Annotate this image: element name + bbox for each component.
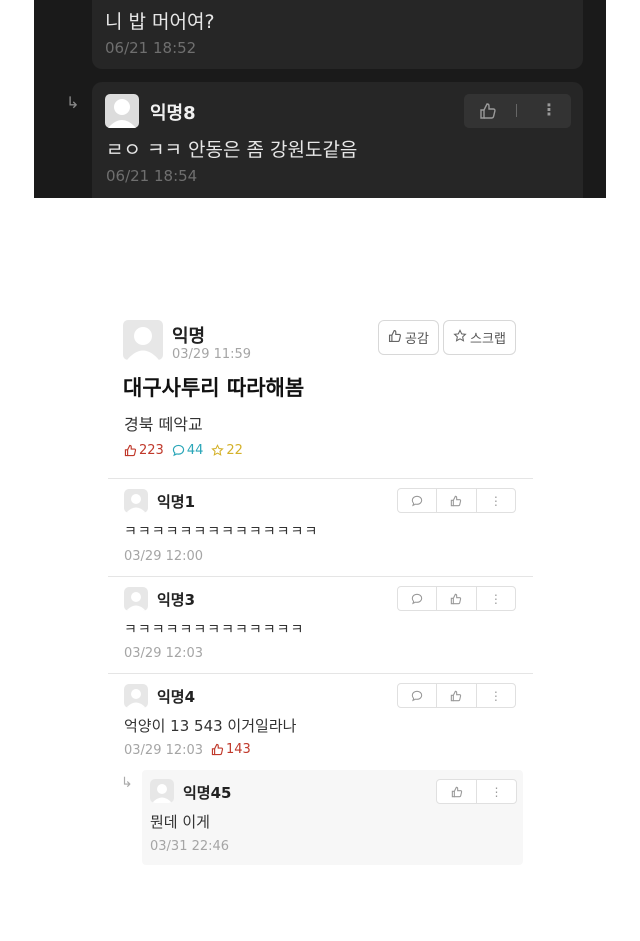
avatar: [105, 94, 139, 128]
reply-arrow-icon: ↳: [121, 775, 133, 791]
comment-time: 03/29 12:03: [124, 743, 204, 758]
divider: [108, 478, 533, 479]
reply-author: 익명8: [150, 103, 196, 124]
like-button[interactable]: [437, 780, 477, 803]
avatar: [124, 684, 148, 708]
thumbs-up-icon: [451, 690, 462, 701]
comment-count-value: 44: [186, 443, 204, 458]
post-title: 대구사투리 따라해봄: [123, 376, 305, 400]
like-count: 223: [124, 443, 164, 458]
divider: [108, 576, 533, 577]
thumbs-up-icon: [211, 743, 224, 756]
vertical-dots-icon: ⋮: [490, 784, 503, 799]
reply-action-group: ⋮: [464, 94, 571, 128]
reply-text: ㄹㅇ ㅋㅋ 안동은 좀 강원도같음: [106, 139, 358, 161]
vertical-dots-icon[interactable]: ⋮: [541, 100, 557, 119]
comment-author: 익명1: [157, 493, 196, 511]
thumbs-up-icon: [388, 329, 402, 347]
scrap-count-value: 22: [226, 443, 243, 458]
comment-text: ㅋㅋㅋㅋㅋㅋㅋㅋㅋㅋㅋㅋㅋ: [124, 622, 305, 638]
thumbs-up-icon[interactable]: [479, 102, 497, 124]
comment-like-count: 143: [211, 742, 251, 757]
reply-button[interactable]: [398, 587, 438, 610]
comment-time: 06/21 18:52: [105, 39, 197, 57]
like-button[interactable]: [437, 489, 477, 512]
thumbs-up-icon: [124, 444, 137, 457]
speech-bubble-icon: [172, 444, 184, 457]
empathy-button[interactable]: 공감: [378, 320, 439, 355]
like-count-value: 223: [139, 443, 164, 458]
reply-arrow-icon: ↳: [66, 93, 80, 112]
speech-bubble-icon: [411, 690, 423, 701]
avatar: [124, 489, 148, 513]
avatar: [150, 779, 174, 803]
reply-author: 익명45: [183, 784, 232, 802]
comment-text: 니 밥 머어여?: [105, 11, 215, 33]
speech-bubble-icon: [411, 495, 423, 506]
scrap-count: 22: [211, 443, 243, 458]
post-stats: 223 44 22: [124, 443, 243, 458]
thumbs-up-icon: [451, 593, 462, 604]
post-time: 03/29 11:59: [172, 347, 252, 362]
comment-time: 03/29 12:03: [124, 646, 204, 661]
comment-text: 억양이 13 543 이거일라나: [124, 717, 297, 735]
comment-action-group: ⋮: [397, 488, 516, 513]
scrap-button[interactable]: 스크랩: [443, 320, 516, 355]
more-button[interactable]: ⋮: [477, 684, 515, 707]
thumbs-up-icon: [451, 786, 462, 797]
thumbs-up-icon: [451, 495, 462, 506]
comment-author: 익명3: [157, 591, 196, 609]
empathy-label: 공감: [405, 332, 429, 347]
vertical-dots-icon: ⋮: [489, 688, 502, 703]
reply-button[interactable]: [398, 684, 438, 707]
post-author: 익명: [172, 326, 206, 347]
reply-time: 03/31 22:46: [150, 839, 230, 854]
comment-time: 03/29 12:00: [124, 549, 204, 564]
comment-like-value: 143: [226, 742, 251, 757]
avatar: [123, 320, 163, 360]
star-icon: [453, 328, 467, 347]
divider: [108, 673, 533, 674]
reply-action-group: ⋮: [436, 779, 517, 804]
comment-text: ㅋㅋㅋㅋㅋㅋㅋㅋㅋㅋㅋㅋㅋㅋ: [124, 524, 319, 540]
star-icon: [211, 444, 225, 456]
scrap-label: 스크랩: [470, 332, 506, 347]
reply-button[interactable]: [398, 489, 438, 512]
more-button[interactable]: ⋮: [477, 489, 515, 512]
speech-bubble-icon: [411, 593, 423, 604]
like-button[interactable]: [437, 587, 477, 610]
reply-text: 뭔데 이게: [150, 813, 210, 831]
reply-time: 06/21 18:54: [106, 167, 198, 185]
comment-count: 44: [172, 443, 204, 458]
comment-action-group: ⋮: [397, 586, 516, 611]
post-body: 경북 떼악교: [124, 415, 203, 434]
more-button[interactable]: ⋮: [477, 587, 515, 610]
comment-action-group: ⋮: [397, 683, 516, 708]
divider: [516, 104, 517, 117]
like-button[interactable]: [437, 684, 477, 707]
vertical-dots-icon: ⋮: [489, 591, 502, 606]
more-button[interactable]: ⋮: [477, 780, 516, 803]
avatar: [124, 587, 148, 611]
comment-author: 익명4: [157, 688, 196, 706]
vertical-dots-icon: ⋮: [489, 493, 502, 508]
